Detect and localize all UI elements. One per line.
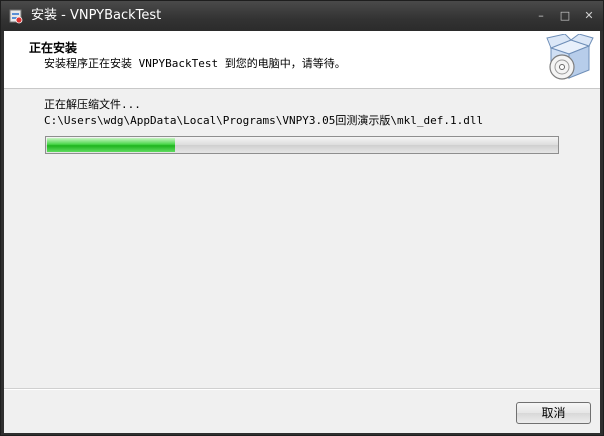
package-disc-icon <box>546 34 594 80</box>
cancel-button[interactable]: 取消 <box>516 402 591 424</box>
wizard-header: 正在安装 安装程序正在安装 VNPYBackTest 到您的电脑中，请等待。 <box>4 31 600 89</box>
current-file-path: C:\Users\wdg\AppData\Local\Programs\VNPY… <box>44 114 484 127</box>
close-button[interactable]: ✕ <box>581 9 597 23</box>
installer-app-icon <box>9 9 23 24</box>
title-bar[interactable]: 安装 - VNPYBackTest – □ ✕ <box>1 1 603 31</box>
maximize-button[interactable]: □ <box>557 9 573 23</box>
installer-window: 安装 - VNPYBackTest – □ ✕ 正在安装 安装程序正在安装 VN… <box>0 0 604 436</box>
progress-fill <box>47 138 175 152</box>
window-title: 安装 - VNPYBackTest <box>31 8 162 23</box>
install-progress-bar <box>45 136 559 154</box>
installer-body: 正在安装 安装程序正在安装 VNPYBackTest 到您的电脑中，请等待。 正… <box>4 31 600 433</box>
footer-divider <box>4 388 600 390</box>
minimize-button[interactable]: – <box>533 9 549 23</box>
page-title: 正在安装 <box>29 41 78 55</box>
page-subtitle: 安装程序正在安装 VNPYBackTest 到您的电脑中，请等待。 <box>44 57 346 70</box>
status-text: 正在解压缩文件... <box>44 98 141 111</box>
